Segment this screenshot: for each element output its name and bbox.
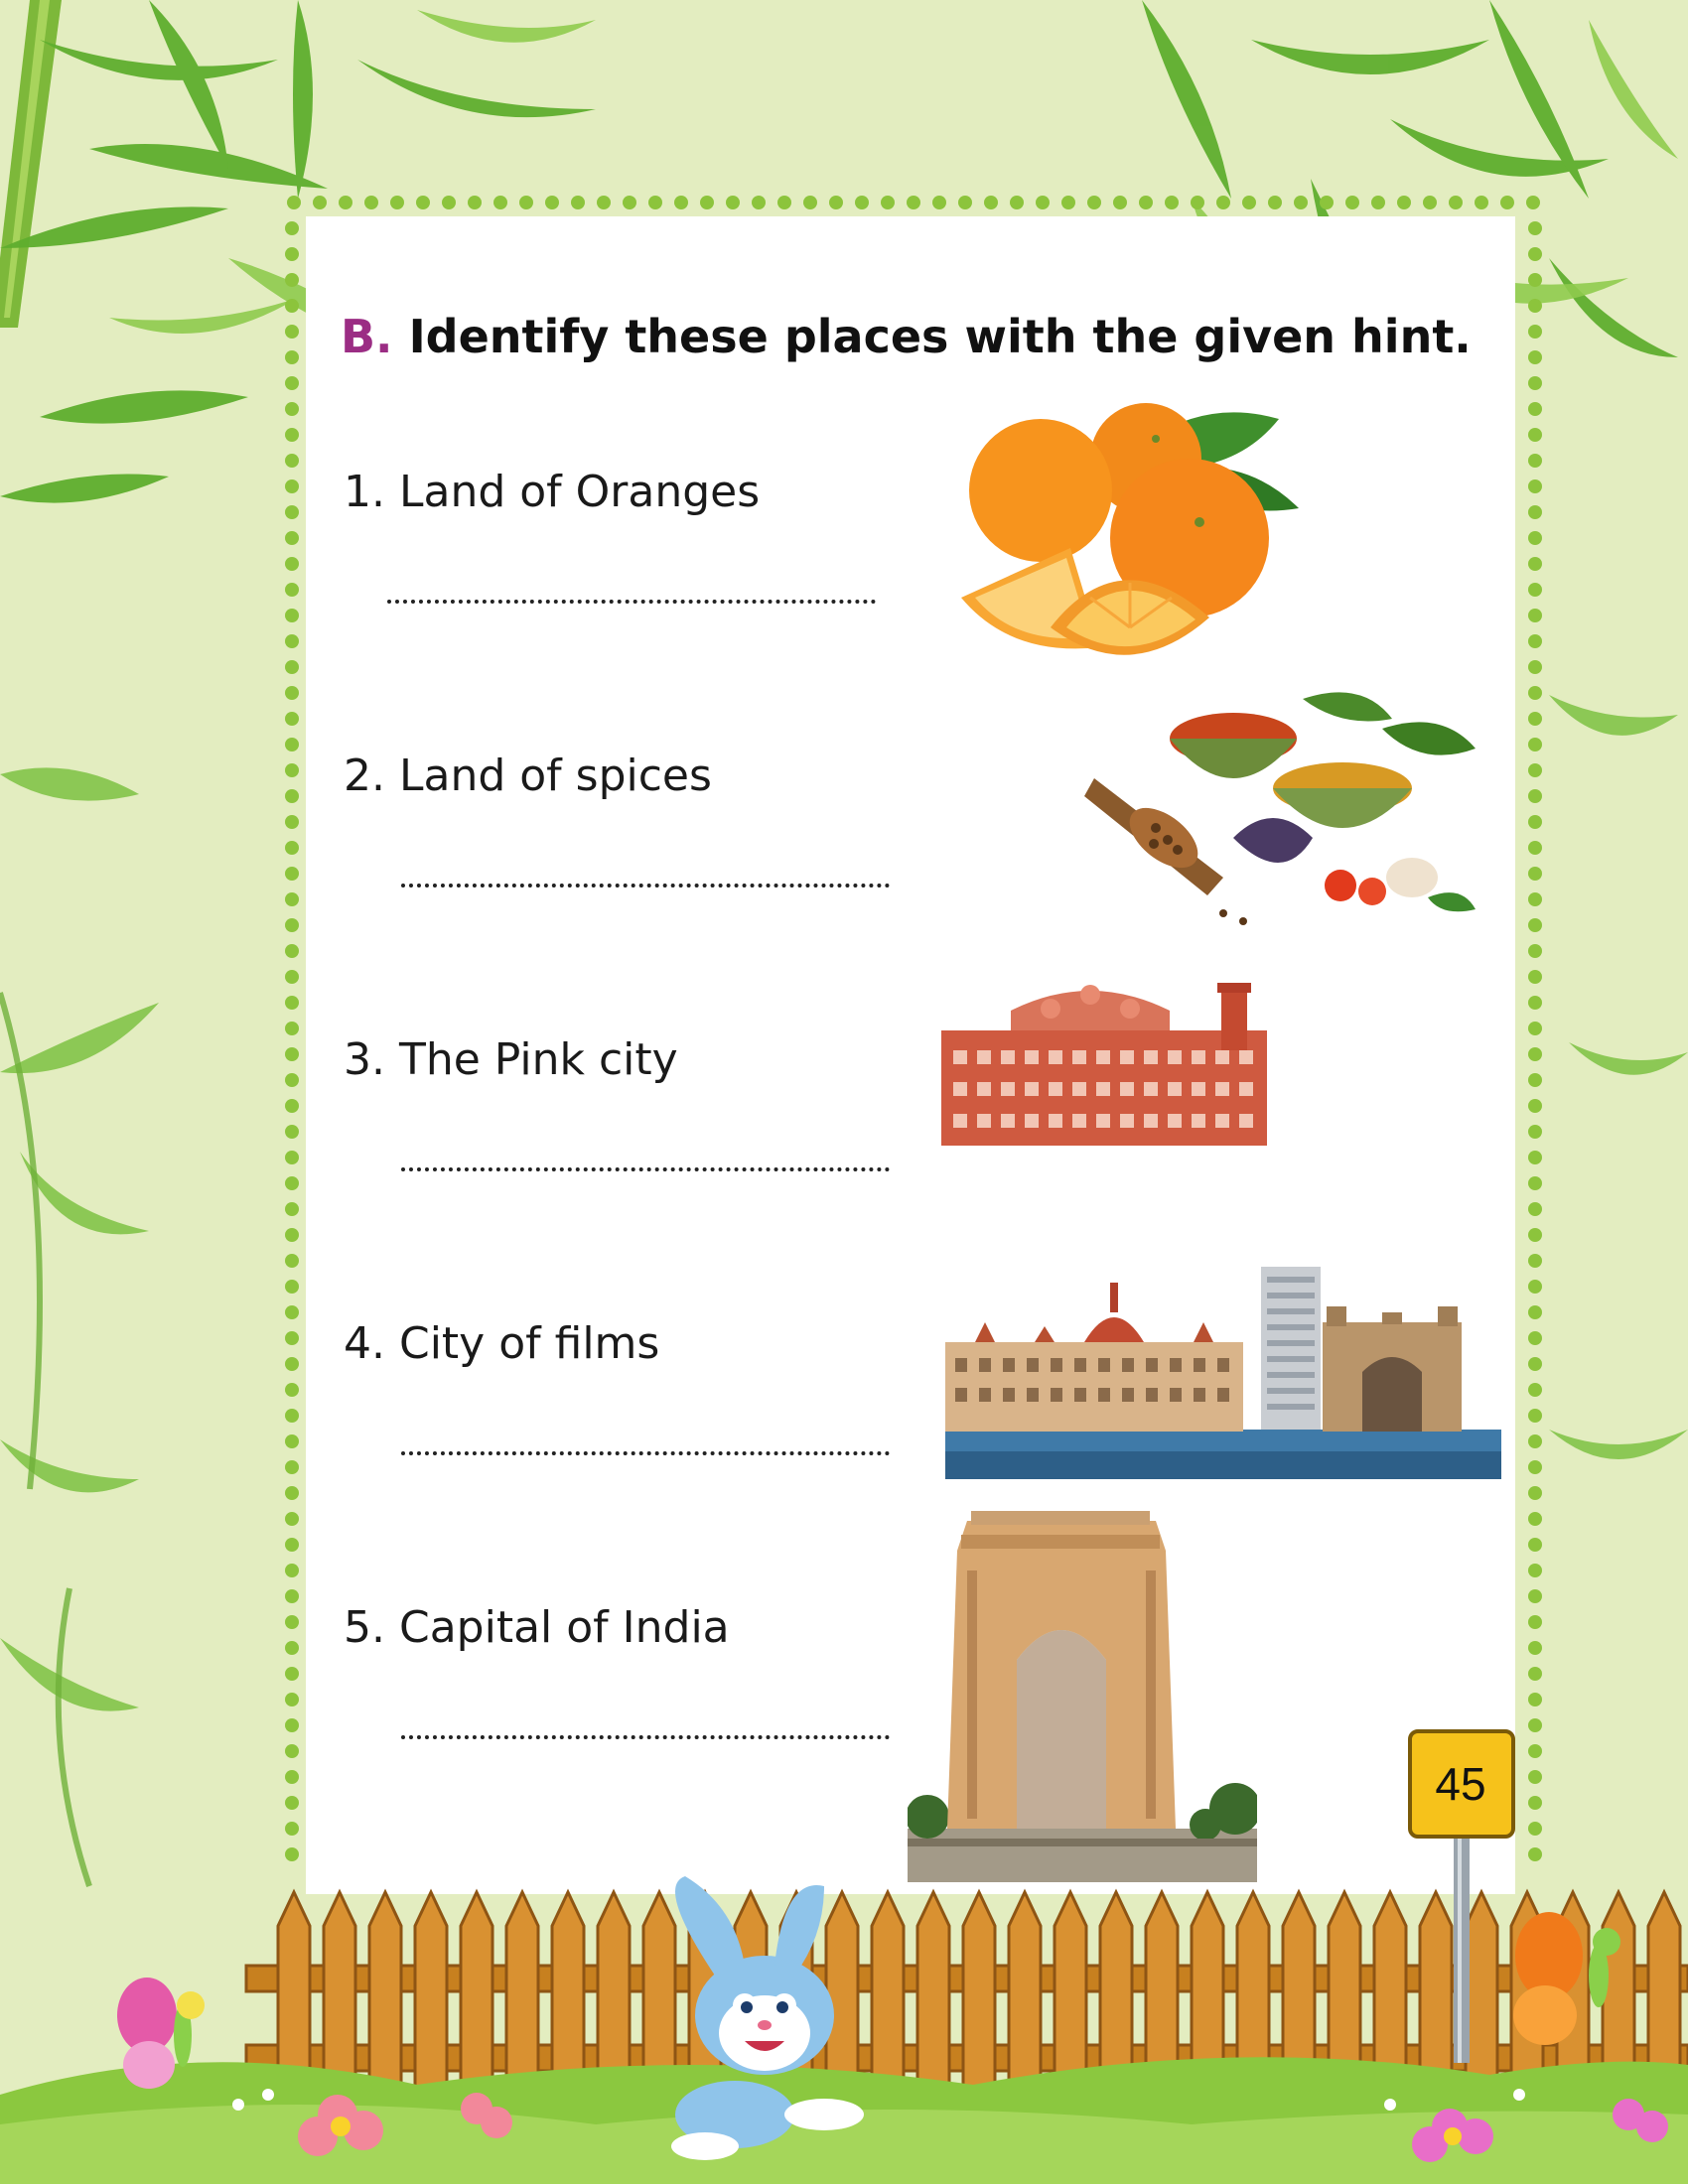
oranges-image [961,403,1299,655]
answer-blank-1[interactable] [387,590,876,604]
question-number: 5. [344,1602,385,1653]
exercise-heading: B. Identify these places with the given … [341,310,1472,363]
question-hint: Capital of India [398,1602,730,1653]
question-number: 3. [344,1034,385,1085]
hawa-mahal-image [941,983,1267,1146]
mumbai-skyline-image [945,1267,1501,1479]
question-3: 3. The Pink city [344,1034,678,1085]
question-5: 5. Capital of India [344,1602,730,1653]
answer-blank-4[interactable] [401,1441,890,1455]
question-hint: Land of spices [398,751,712,801]
spices-image [1084,692,1476,925]
page-number: 45 [1435,1758,1486,1810]
answer-blank-5[interactable] [401,1725,890,1739]
exercise-instruction: Identify these places with the given hin… [408,310,1472,363]
question-2: 2. Land of spices [344,751,712,801]
question-hint: City of films [398,1318,660,1369]
question-4: 4. City of films [344,1318,659,1369]
exercise-label: B. [341,310,393,363]
india-gate-image [908,1511,1257,1882]
question-number: 1. [344,467,385,517]
question-hint: The Pink city [398,1034,678,1085]
question-hint: Land of Oranges [398,467,761,517]
answer-blank-2[interactable] [401,874,890,887]
question-number: 4. [344,1318,385,1369]
answer-blank-3[interactable] [401,1158,890,1171]
question-number: 2. [344,751,385,801]
question-1: 1. Land of Oranges [344,467,760,517]
